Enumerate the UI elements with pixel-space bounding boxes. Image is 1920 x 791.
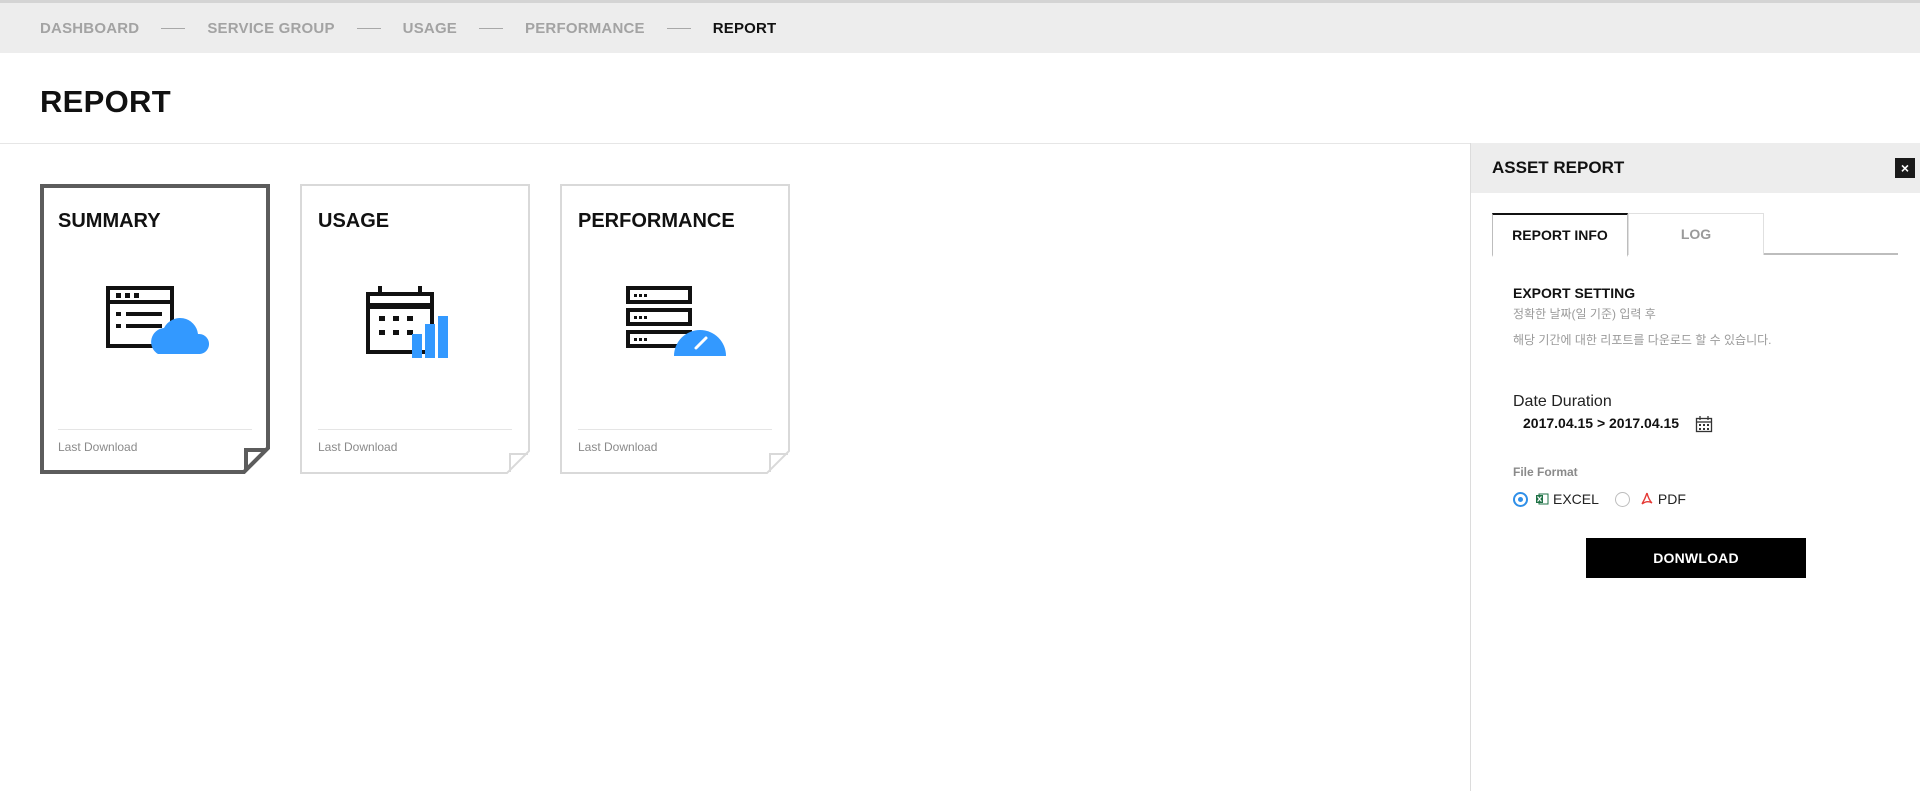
breadcrumb-separator xyxy=(356,27,381,29)
report-card-summary[interactable]: SUMMARY Last Download xyxy=(40,184,270,474)
report-card-usage[interactable]: USAGE Last Download xyxy=(300,184,530,474)
calendar-icon[interactable] xyxy=(1695,415,1713,433)
pdf-icon xyxy=(1641,492,1653,505)
card-title: PERFORMANCE xyxy=(578,210,735,232)
page-fold-icon xyxy=(506,450,530,474)
server-gauge-icon xyxy=(626,286,726,356)
panel-title: ASSET REPORT xyxy=(1492,158,1625,177)
breadcrumb-report[interactable]: REPORT xyxy=(713,20,777,37)
date-duration-label: Date Duration xyxy=(1513,393,1612,410)
card-divider xyxy=(58,429,252,430)
card-divider xyxy=(578,429,772,430)
card-title: USAGE xyxy=(318,210,390,232)
breadcrumb-separator xyxy=(161,27,186,29)
card-last-download: Last Download xyxy=(58,440,138,454)
breadcrumb-separator xyxy=(479,27,504,29)
panel-header: ASSET REPORT × xyxy=(1471,143,1920,193)
pdf-label[interactable]: PDF xyxy=(1658,491,1686,507)
page-title: REPORT xyxy=(40,84,171,119)
file-format-options: EXCEL PDF xyxy=(1513,489,1686,509)
breadcrumb-separator xyxy=(666,27,691,29)
export-description-line2: 해당 기간에 대한 리포트를 다운로드 할 수 있습니다. xyxy=(1513,333,1772,347)
page-fold-icon xyxy=(766,450,790,474)
excel-label[interactable]: EXCEL xyxy=(1553,491,1599,507)
tab-log[interactable]: LOG xyxy=(1628,213,1764,255)
excel-radio[interactable] xyxy=(1513,491,1528,507)
breadcrumb-performance[interactable]: PERFORMANCE xyxy=(525,20,645,37)
header-divider xyxy=(0,143,1470,144)
export-description-line1: 정확한 날짜(일 기준) 입력 후 xyxy=(1513,307,1656,321)
download-button[interactable]: DONWLOAD xyxy=(1586,538,1806,578)
page-fold-icon xyxy=(242,446,270,474)
server-cloud-icon xyxy=(106,286,210,354)
close-button[interactable]: × xyxy=(1895,158,1915,178)
file-format-label: File Format xyxy=(1513,465,1578,479)
tab-report-info[interactable]: REPORT INFO xyxy=(1492,213,1628,257)
breadcrumb: DASHBOARD SERVICE GROUP USAGE PERFORMANC… xyxy=(0,0,1920,53)
card-title: SUMMARY xyxy=(58,210,161,232)
excel-icon xyxy=(1536,493,1549,505)
breadcrumb-service-group[interactable]: SERVICE GROUP xyxy=(207,20,334,37)
breadcrumb-usage[interactable]: USAGE xyxy=(403,20,457,37)
asset-report-panel: ASSET REPORT × REPORT INFO LOG EXPORT SE… xyxy=(1470,143,1920,791)
report-card-performance[interactable]: PERFORMANCE Last Download xyxy=(560,184,790,474)
calendar-chart-icon xyxy=(366,286,448,358)
card-divider xyxy=(318,429,512,430)
card-last-download: Last Download xyxy=(578,440,658,454)
panel-tabs: REPORT INFO LOG xyxy=(1492,213,1898,257)
card-last-download: Last Download xyxy=(318,440,398,454)
breadcrumb-dashboard[interactable]: DASHBOARD xyxy=(40,20,139,37)
date-range-value[interactable]: 2017.04.15 > 2017.04.15 xyxy=(1523,415,1679,431)
pdf-radio[interactable] xyxy=(1614,491,1630,507)
export-setting-title: EXPORT SETTING xyxy=(1513,285,1636,301)
close-icon: × xyxy=(1900,160,1910,176)
